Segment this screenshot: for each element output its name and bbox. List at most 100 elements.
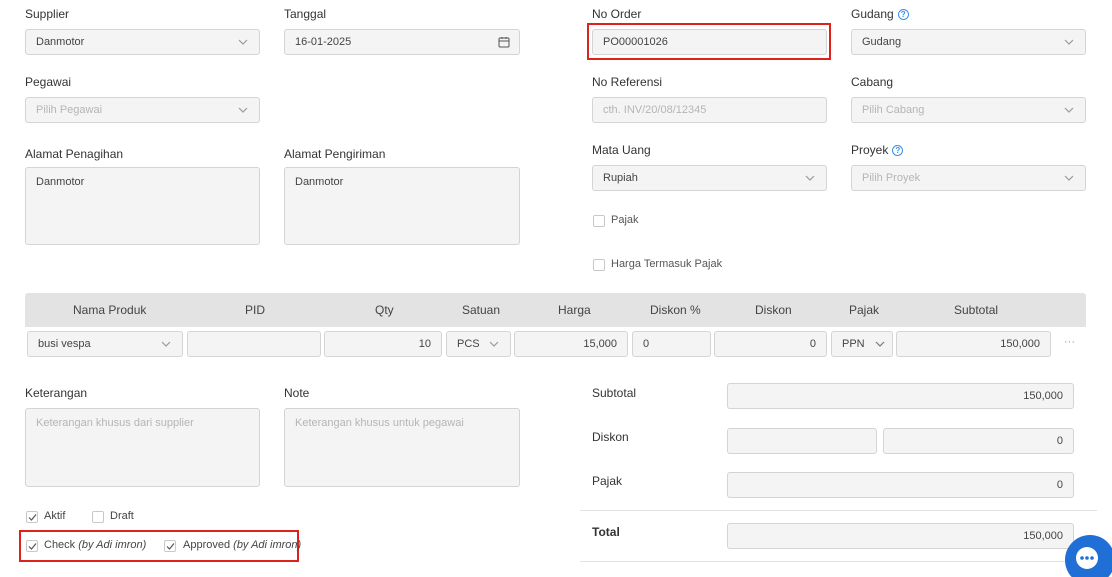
harga-value: 15,000 [583,338,617,350]
alamat-pengiriman-value: Danmotor [295,176,344,188]
gudang-value: Gudang [862,36,902,48]
summary-subtotal-label: Subtotal [592,386,637,400]
check-checkbox[interactable] [26,540,38,552]
check-icon [28,514,37,521]
col-harga: Harga [558,303,591,317]
mata-uang-value: Rupiah [603,172,638,184]
pajak-select[interactable]: PPN [831,331,893,357]
col-subtotal: Subtotal [954,303,999,317]
tanggal-value: 16-01-2025 [295,36,352,48]
keterangan-label: Keterangan [25,386,88,400]
mata-uang-label: Mata Uang [592,143,651,157]
proyek-select[interactable]: Pilih Proyek [851,165,1086,191]
check-icon [28,543,37,550]
nama-produk-value: busi vespa [38,338,91,350]
aktif-checkbox[interactable] [26,511,38,523]
help-icon[interactable]: ? [897,9,909,20]
summary-pajak-field: 0 [727,472,1074,498]
note-textarea[interactable]: Keterangan khusus untuk pegawai [284,408,520,487]
gudang-label: Gudang? [851,7,909,21]
proyek-placeholder: Pilih Proyek [862,172,921,184]
col-satuan: Satuan [462,303,501,317]
row-more-icon[interactable]: ··· [1064,336,1075,348]
chat-bubble-icon [1076,547,1098,569]
harga-input[interactable]: 15,000 [514,331,628,357]
chevron-down-icon [805,175,815,181]
tanggal-label: Tanggal [284,7,327,21]
col-qty: Qty [375,303,394,317]
cabang-label: Cabang [851,75,894,89]
pegawai-placeholder: Pilih Pegawai [36,104,103,116]
no-order-highlight [587,23,831,60]
summary-pajak-label: Pajak [592,474,623,488]
summary-pajak-value: 0 [1056,479,1063,491]
summary-subtotal-field: 150,000 [727,383,1074,409]
no-referensi-input[interactable]: cth. INV/20/08/12345 [592,97,827,123]
no-order-label: No Order [592,7,642,21]
diskon-input[interactable]: 0 [714,331,827,357]
qty-value: 10 [418,338,431,350]
cabang-select[interactable]: Pilih Cabang [851,97,1086,123]
pid-input[interactable] [187,331,321,357]
pajak-checkbox-label: Pajak [611,214,639,226]
pajak-checkbox[interactable] [593,215,605,227]
supplier-value: Danmotor [36,36,85,48]
no-referensi-placeholder: cth. INV/20/08/12345 [603,104,707,116]
summary-diskon-field: 0 [883,428,1074,454]
mata-uang-select[interactable]: Rupiah [592,165,827,191]
chevron-down-icon [1064,39,1074,45]
supplier-select[interactable]: Danmotor [25,29,260,55]
harga-termasuk-pajak-label: Harga Termasuk Pajak [611,258,723,270]
product-table-header [25,293,1086,327]
summary-bottom-divider [580,561,1097,562]
draft-checkbox[interactable] [92,511,104,523]
gudang-select[interactable]: Gudang [851,29,1086,55]
pegawai-label: Pegawai [25,75,72,89]
col-pid: PID [245,303,266,317]
approved-checkbox[interactable] [164,540,176,552]
summary-diskon-value: 0 [1056,435,1063,447]
tanggal-date-input[interactable]: 16-01-2025 [284,29,520,55]
subtotal-value: 150,000 [1000,338,1040,350]
help-icon[interactable]: ? [892,145,904,156]
chevron-down-icon [489,341,499,347]
pegawai-select[interactable]: Pilih Pegawai [25,97,260,123]
calendar-icon[interactable] [498,36,510,48]
note-label: Note [284,386,310,400]
harga-termasuk-pajak-checkbox[interactable] [593,259,605,271]
diskon-pct-input[interactable]: 0 [632,331,711,357]
chevron-down-icon [238,39,248,45]
keterangan-textarea[interactable]: Keterangan khusus dari supplier [25,408,260,487]
cabang-placeholder: Pilih Cabang [862,104,925,116]
note-placeholder: Keterangan khusus untuk pegawai [295,417,464,429]
chevron-down-icon [1064,107,1074,113]
summary-total-field: 150,000 [727,523,1074,549]
approved-label: Approved (by Adi imron) [183,539,302,551]
subtotal-input[interactable]: 150,000 [896,331,1051,357]
chat-widget-button[interactable] [1065,535,1112,577]
summary-diskon-pct-input[interactable] [727,428,877,454]
alamat-pengiriman-textarea[interactable]: Danmotor [284,167,520,245]
nama-produk-select[interactable]: busi vespa [27,331,183,357]
check-by-text: (by Adi imron) [78,539,147,551]
col-pajak: Pajak [849,303,880,317]
alamat-pengiriman-label: Alamat Pengiriman [284,147,386,161]
chevron-down-icon [1064,175,1074,181]
satuan-select[interactable]: PCS [446,331,511,357]
check-icon [166,543,175,550]
chevron-down-icon [161,341,171,347]
summary-divider [580,510,1097,511]
alamat-penagihan-textarea[interactable]: Danmotor [25,167,260,245]
summary-total-label: Total [592,525,620,539]
summary-subtotal-value: 150,000 [1023,390,1063,402]
satuan-value: PCS [457,338,480,350]
chevron-down-icon [875,341,885,347]
summary-total-value: 150,000 [1023,530,1063,542]
alamat-penagihan-label: Alamat Penagihan [25,147,124,161]
aktif-label: Aktif [44,510,66,522]
no-referensi-label: No Referensi [592,75,663,89]
proyek-label: Proyek? [851,143,904,157]
qty-input[interactable]: 10 [324,331,442,357]
supplier-label: Supplier [25,7,70,21]
diskon-value: 0 [809,338,816,350]
